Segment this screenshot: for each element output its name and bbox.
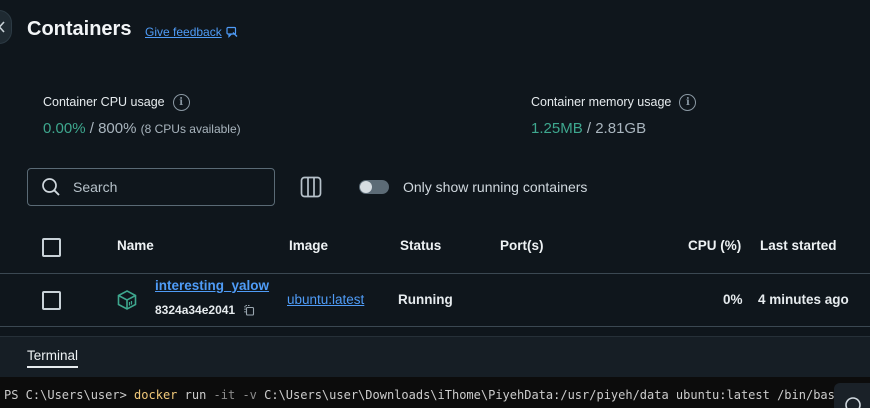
- cpu-note: (8 CPUs available): [140, 122, 241, 136]
- give-feedback-label: Give feedback: [145, 25, 222, 39]
- memory-usage-label: Container memory usage: [531, 95, 672, 109]
- page-title: Containers: [27, 18, 132, 40]
- terminal-search-button[interactable]: [834, 383, 870, 408]
- column-header-cpu[interactable]: CPU (%): [688, 238, 741, 253]
- container-name-link[interactable]: interesting_yalow: [155, 278, 269, 293]
- cpu-usage-label: Container CPU usage: [43, 95, 165, 109]
- column-header-status[interactable]: Status: [400, 238, 441, 253]
- copy-icon[interactable]: [243, 304, 255, 316]
- columns-icon[interactable]: [300, 176, 322, 198]
- column-header-last-started[interactable]: Last started: [760, 238, 837, 253]
- container-cube-icon: [117, 290, 137, 310]
- memory-separator: /: [582, 120, 596, 137]
- container-id-text: 8324a34e2041: [155, 303, 236, 317]
- row-checkbox[interactable]: [42, 291, 61, 310]
- search-icon: [42, 178, 60, 196]
- terminal-output[interactable]: PS C:\Users\user> docker run -it -v C:\U…: [0, 377, 870, 408]
- terminal-command: docker: [134, 388, 178, 402]
- terminal-flag-it: -it: [213, 388, 236, 402]
- memory-usage-value: 1.25MB / 2.81GB: [531, 120, 696, 137]
- chevron-left-icon: [0, 21, 5, 33]
- info-icon[interactable]: i: [172, 93, 190, 111]
- container-id: 8324a34e2041: [155, 303, 255, 317]
- status-text: Running: [398, 292, 453, 307]
- column-header-image[interactable]: Image: [289, 238, 328, 253]
- toggle-knob: [360, 181, 372, 193]
- image-link[interactable]: ubuntu:latest: [287, 292, 364, 307]
- table-header: Name Image Status Port(s) CPU (%) Last s…: [0, 222, 870, 274]
- feedback-icon: [226, 26, 238, 38]
- column-header-name[interactable]: Name: [117, 238, 154, 253]
- info-icon[interactable]: i: [679, 93, 697, 111]
- running-only-toggle[interactable]: [359, 180, 389, 194]
- search-placeholder: Search: [73, 179, 118, 195]
- cpu-used: 0.00%: [43, 120, 86, 137]
- cpu-usage-value: 0.00% / 800% (8 CPUs available): [43, 120, 241, 137]
- last-started-text: 4 minutes ago: [758, 292, 849, 307]
- terminal-prompt: PS C:\Users\user>: [4, 388, 135, 402]
- search-icon: [845, 397, 861, 408]
- tab-terminal[interactable]: Terminal: [27, 348, 79, 368]
- cpu-usage-stat: Container CPU usage i 0.00% / 800% (8 CP…: [43, 93, 241, 137]
- terminal-flag-v: -v: [242, 388, 257, 402]
- cpu-percent-text: 0%: [723, 292, 743, 307]
- search-input[interactable]: Search: [27, 168, 275, 206]
- back-button[interactable]: [0, 10, 12, 44]
- terminal-args-rest: C:\Users\user\Downloads\iThome\PiyehData…: [256, 388, 843, 402]
- memory-used: 1.25MB: [531, 120, 583, 137]
- table-row[interactable]: interesting_yalow 8324a34e2041 ubuntu:la…: [0, 275, 870, 327]
- memory-usage-stat: Container memory usage i 1.25MB / 2.81GB: [531, 93, 697, 137]
- running-only-label: Only show running containers: [403, 179, 588, 195]
- terminal-panel-header: Terminal: [0, 336, 870, 377]
- cpu-separator: /: [85, 120, 99, 137]
- memory-total: 2.81GB: [595, 120, 647, 137]
- select-all-checkbox[interactable]: [42, 238, 61, 257]
- column-header-ports[interactable]: Port(s): [500, 238, 544, 253]
- terminal-arg: run: [177, 388, 214, 402]
- give-feedback-link[interactable]: Give feedback: [145, 25, 238, 39]
- cpu-total: 800%: [98, 120, 137, 137]
